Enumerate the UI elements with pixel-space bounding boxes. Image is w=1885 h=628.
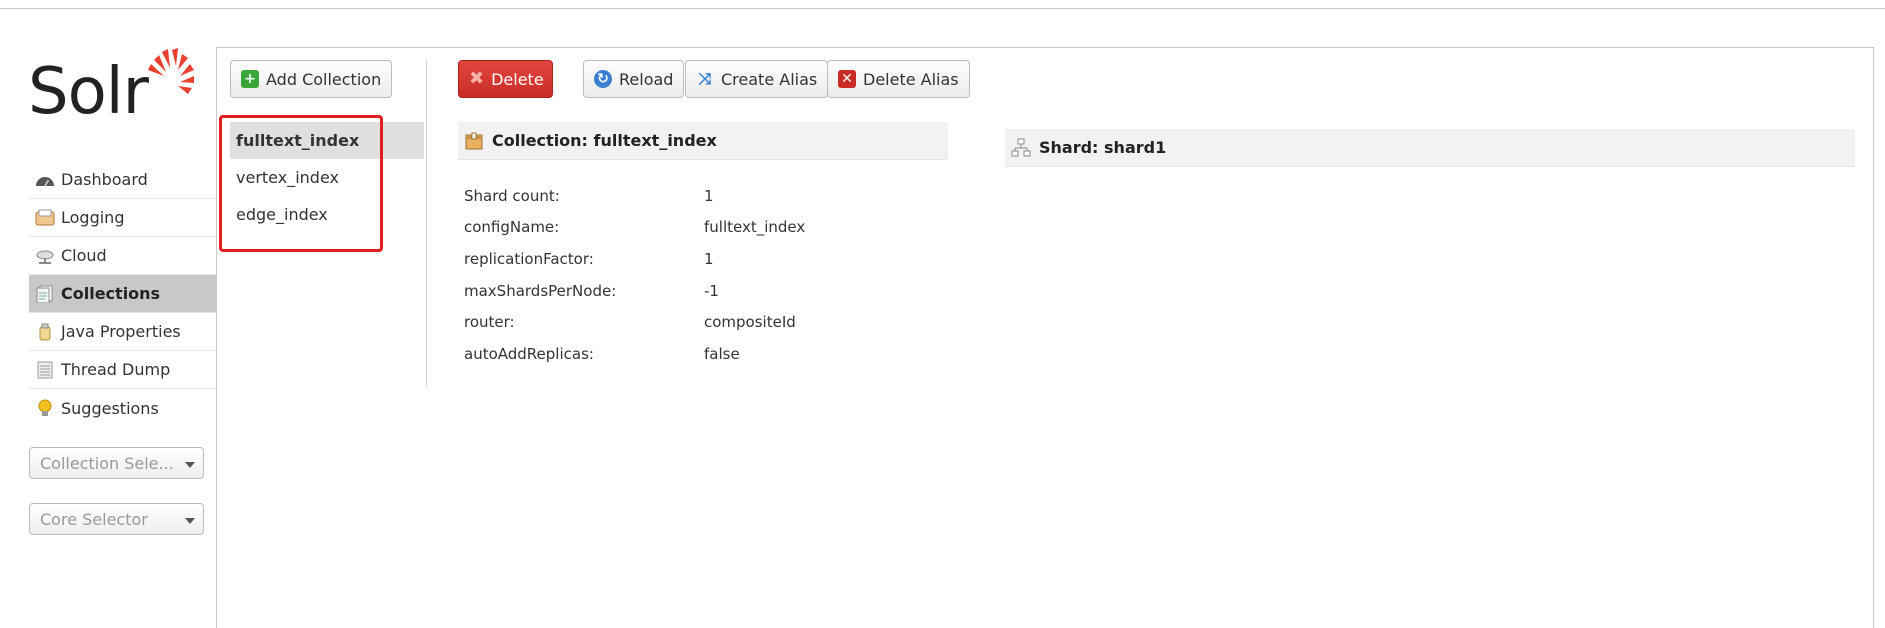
sidebar-item-logging[interactable]: Logging [29,199,216,237]
sidebar-item-label: Thread Dump [61,360,171,379]
sidebar-item-label: Suggestions [61,398,159,418]
create-alias-label: Create Alias [721,69,818,89]
property-row: Shard count: 1 [464,180,924,212]
core-selector-value: Core Selector [40,509,148,529]
content-frame-right [1873,47,1874,628]
collections-icon [35,285,55,303]
property-value: false [704,344,740,363]
property-key: router: [464,313,515,332]
delete-button[interactable]: ✖ Delete [458,60,553,98]
sidebar-item-thread-dump[interactable]: Thread Dump [29,351,216,389]
add-collection-button[interactable]: + Add Collection [230,60,393,98]
reload-icon: ↻ [594,70,612,88]
property-row: router: compositeId [464,306,924,338]
create-alias-icon: ⤨ [698,69,712,88]
collection-box-icon [464,131,484,151]
property-key: configName: [464,218,560,237]
property-key: maxShardsPerNode: [464,281,617,300]
property-value: -1 [704,281,719,300]
delete-alias-button[interactable]: ✕ Delete Alias [827,60,970,98]
collection-selector-value: Collection Sele... [40,453,174,473]
collection-panel-header: Collection: fulltext_index [458,122,948,160]
delete-alias-label: Delete Alias [863,69,959,89]
solr-sun-icon [148,48,194,94]
sidebar-item-label: Cloud [61,246,107,265]
sidebar-item-cloud[interactable]: Cloud [29,237,216,275]
collections-column-divider [426,59,427,387]
property-row: replicationFactor: 1 [464,243,924,275]
chevron-down-icon [185,518,195,524]
property-row: configName: fulltext_index [464,212,924,244]
cloud-icon [35,247,55,265]
collection-selector[interactable]: Collection Sele... [29,447,204,479]
collection-properties: Shard count: 1 configName: fulltext_inde… [464,180,924,370]
property-row: maxShardsPerNode: -1 [464,275,924,307]
core-selector[interactable]: Core Selector [29,503,204,535]
sidebar-item-java-properties[interactable]: Java Properties [29,313,216,351]
property-key: replicationFactor: [464,249,594,268]
thread-dump-icon [35,361,55,379]
add-collection-label: Add Collection [266,69,382,89]
sidebar-item-collections[interactable]: Collections [29,275,216,313]
property-row: autoAddReplicas: false [464,338,924,370]
delete-alias-icon: ✕ [838,70,856,88]
lightbulb-icon [35,399,55,417]
dashboard-icon [35,171,55,189]
property-key: autoAddReplicas: [464,344,594,363]
property-value: fulltext_index [704,218,806,237]
sidebar-item-label: Dashboard [61,170,148,189]
property-value: 1 [704,186,714,205]
solr-logo[interactable]: Solr [28,46,194,132]
java-properties-icon [35,323,55,341]
plus-icon: + [241,70,259,88]
sidebar-item-dashboard[interactable]: Dashboard [29,161,216,199]
top-divider [0,8,1885,9]
shard-panel-title: Shard: shard1 [1039,138,1167,157]
sidebar-nav: Dashboard Logging Cloud Collections Java… [29,161,216,427]
highlight-annotation-box [219,115,383,252]
chevron-down-icon [185,462,195,468]
delete-x-icon: ✖ [469,68,485,89]
shard-tree-icon [1011,138,1031,158]
sidebar-item-label: Java Properties [61,322,181,341]
shard-panel-header[interactable]: Shard: shard1 [1005,129,1855,167]
create-alias-button[interactable]: ⤨ Create Alias [685,60,829,98]
reload-button[interactable]: ↻ Reload [583,60,685,98]
collection-panel-title: Collection: fulltext_index [492,131,717,150]
content-frame-left [216,47,217,628]
sidebar-item-label: Collections [61,284,161,303]
sidebar-item-label: Logging [61,208,125,227]
content-frame-top [216,47,1874,48]
logo-text: Solr [28,55,149,129]
delete-label: Delete [491,69,544,89]
property-value: compositeId [704,313,796,332]
logging-icon [35,209,55,227]
property-key: Shard count: [464,186,560,205]
sidebar-item-suggestions[interactable]: Suggestions [29,389,216,427]
reload-label: Reload [619,69,674,89]
property-value: 1 [704,249,714,268]
